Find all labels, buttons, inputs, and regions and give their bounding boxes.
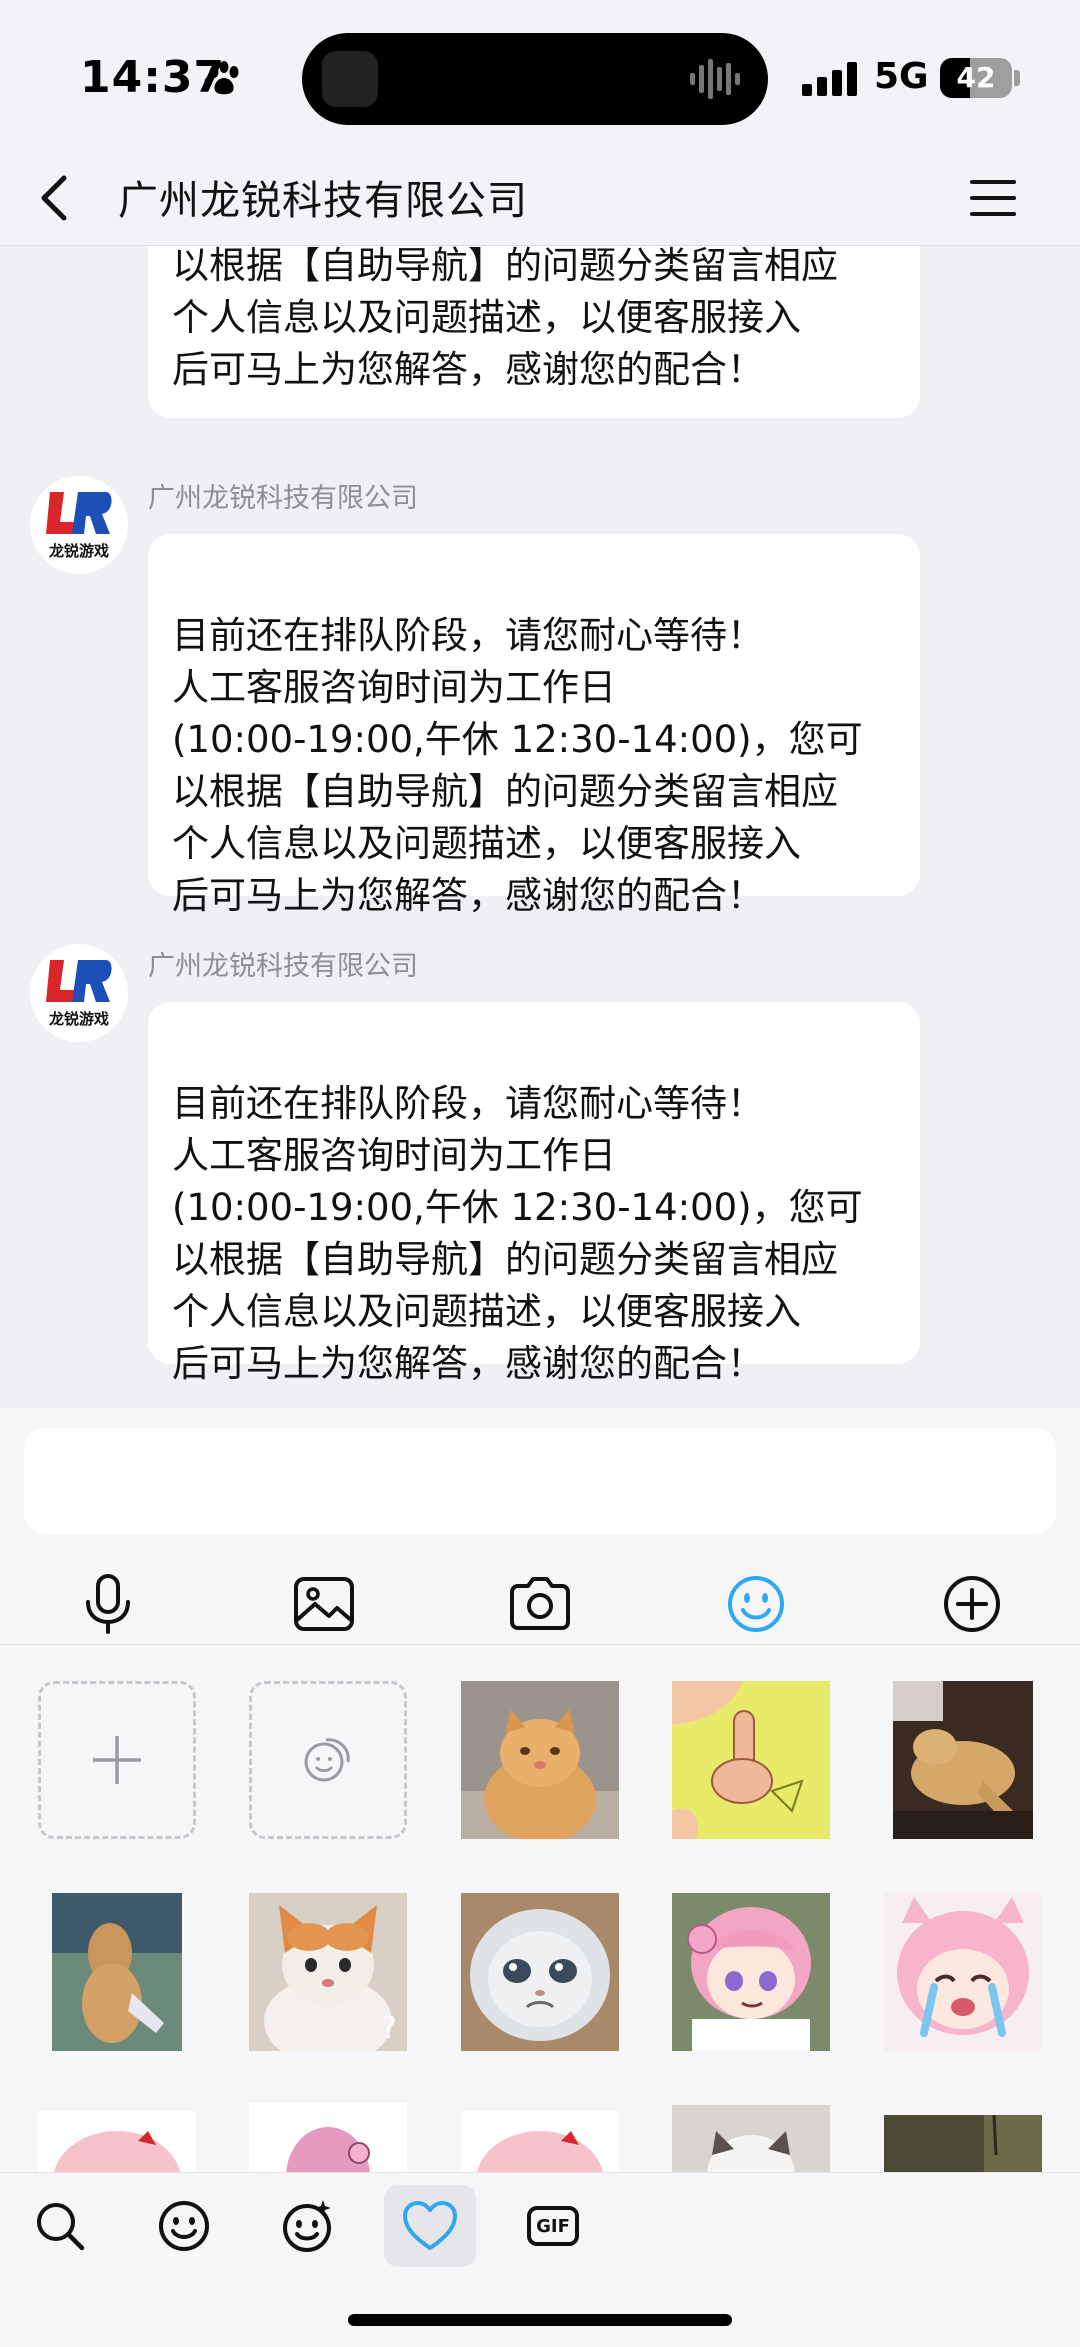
tab-sticker-faces[interactable] bbox=[261, 2185, 353, 2267]
home-indicator[interactable] bbox=[348, 2314, 732, 2326]
sticker-face-icon bbox=[304, 1738, 350, 1782]
sender-name: 广州龙锐科技有限公司 bbox=[148, 951, 418, 982]
avatar-label: 龙锐游戏 bbox=[48, 542, 109, 560]
anime-girl-small-image bbox=[249, 2103, 407, 2172]
sticker-cat-question[interactable]: ? bbox=[249, 1893, 407, 2051]
back-button[interactable] bbox=[26, 164, 90, 232]
dog-standing-image bbox=[52, 1893, 182, 2051]
favorites-heart-icon bbox=[403, 2201, 457, 2250]
sender-name: 广州龙锐科技有限公司 bbox=[148, 483, 418, 514]
sticker-anime-girl-small[interactable] bbox=[249, 2103, 407, 2172]
more-button[interactable] bbox=[936, 1568, 1008, 1640]
sticker-orange-cat[interactable] bbox=[461, 1681, 619, 1839]
live-activity-thumbnail bbox=[322, 51, 378, 107]
chat-message-list[interactable]: 以根据【自助导航】的问题分类留言相应 个人信息以及问题描述，以便客服接入 后可马… bbox=[0, 246, 1080, 1408]
sticker-sleeping-dog[interactable] bbox=[893, 1681, 1051, 1839]
gif-label: GIF bbox=[536, 2215, 570, 2237]
battery-percent: 42 bbox=[956, 61, 996, 94]
sticker-white-cat[interactable] bbox=[672, 2105, 830, 2172]
tab-favorites[interactable] bbox=[384, 2185, 476, 2267]
avatar[interactable]: 龙锐游戏 bbox=[30, 476, 128, 574]
company-logo-icon: 龙锐游戏 bbox=[30, 476, 128, 574]
message-bubble[interactable]: 目前还在排队阶段，请您耐心等待！ 人工客服咨询时间为工作日 (10:00-19:… bbox=[148, 534, 920, 917]
message-text: 目前还在排队阶段，请您耐心等待！ 人工客服咨询时间为工作日 (10:00-19:… bbox=[172, 1082, 863, 1385]
crying-cat-image bbox=[461, 1893, 619, 2051]
chevron-left-icon bbox=[41, 175, 67, 221]
emoji-icon bbox=[728, 1576, 784, 1632]
dynamic-island[interactable] bbox=[302, 33, 768, 125]
network-type: 5G bbox=[874, 56, 929, 97]
smiley-icon bbox=[159, 2201, 209, 2251]
sticker-manage-button[interactable] bbox=[249, 1681, 407, 1839]
sparkle-face-icon bbox=[283, 2200, 331, 2252]
company-logo-icon: 龙锐游戏 bbox=[30, 944, 128, 1042]
sticker-middle-finger-cartoon[interactable] bbox=[672, 1681, 830, 1839]
plus-circle-icon bbox=[944, 1576, 1000, 1632]
sticker-pink-creature-2[interactable] bbox=[461, 2111, 619, 2172]
gif-icon: GIF bbox=[527, 2206, 579, 2246]
battery-cap bbox=[1014, 70, 1020, 86]
status-bar: 14:37 5G 42 bbox=[0, 0, 1080, 150]
message-input[interactable] bbox=[24, 1428, 1056, 1534]
microphone-icon bbox=[86, 1574, 130, 1634]
sticker-panel[interactable]: ? bbox=[0, 1645, 1080, 2172]
add-sticker-button[interactable] bbox=[38, 1681, 196, 1839]
photo-button[interactable] bbox=[288, 1568, 360, 1640]
orange-cat-image bbox=[461, 1681, 619, 1839]
hamburger-menu-icon bbox=[970, 180, 1016, 216]
paw-icon bbox=[204, 61, 239, 95]
pink-creature-image bbox=[38, 2111, 196, 2172]
search-icon bbox=[37, 2203, 85, 2251]
emoji-button[interactable] bbox=[720, 1568, 792, 1640]
white-cat-image bbox=[672, 2105, 830, 2172]
battery-indicator: 42 bbox=[940, 58, 1012, 98]
anime-girl-pink-hair-image bbox=[672, 1893, 830, 2051]
tab-emoji[interactable] bbox=[138, 2185, 230, 2267]
sticker-dog-standing[interactable] bbox=[52, 1893, 182, 2051]
sticker-pink-creature[interactable] bbox=[38, 2111, 196, 2172]
tab-gif[interactable]: GIF bbox=[507, 2185, 599, 2267]
question-mark-text: ? bbox=[381, 2011, 397, 2046]
message-text: 以根据【自助导航】的问题分类留言相应 个人信息以及问题描述，以便客服接入 后可马… bbox=[172, 246, 838, 391]
message-bubble[interactable]: 目前还在排队阶段，请您耐心等待！ 人工客服咨询时间为工作日 (10:00-19:… bbox=[148, 1002, 920, 1385]
tab-search[interactable] bbox=[14, 2185, 106, 2267]
sticker-anime-girl-pink-hair[interactable] bbox=[672, 1893, 830, 2051]
avatar[interactable]: 龙锐游戏 bbox=[30, 944, 128, 1042]
image-icon bbox=[294, 1577, 354, 1631]
camera-button[interactable] bbox=[504, 1568, 576, 1640]
message-bubble[interactable]: 以根据【自助导航】的问题分类留言相应 个人信息以及问题描述，以便客服接入 后可马… bbox=[148, 246, 920, 418]
anime-girl-crying-image bbox=[884, 1893, 1042, 2051]
plus-icon bbox=[93, 1736, 141, 1784]
middle-finger-cartoon-image bbox=[672, 1681, 830, 1839]
camera-icon bbox=[510, 1577, 570, 1630]
message-text: 目前还在排队阶段，请您耐心等待！ 人工客服咨询时间为工作日 (10:00-19:… bbox=[172, 614, 863, 917]
avatar-label: 龙锐游戏 bbox=[48, 1010, 109, 1028]
pink-creature-image bbox=[461, 2111, 619, 2172]
sticker-anime-girl-crying[interactable] bbox=[884, 1893, 1042, 2051]
sticker-dark-scene[interactable] bbox=[884, 2115, 1042, 2172]
nav-bar: 广州龙锐科技有限公司 bbox=[0, 150, 1080, 246]
dark-scene-image bbox=[884, 2115, 1042, 2172]
sleeping-dog-image bbox=[893, 1681, 1033, 1839]
cellular-signal-icon bbox=[802, 62, 857, 96]
voice-button[interactable] bbox=[72, 1568, 144, 1640]
audio-wave-icon bbox=[690, 59, 740, 99]
menu-button[interactable] bbox=[966, 170, 1022, 226]
sticker-crying-cat[interactable] bbox=[461, 1893, 619, 2051]
page-title: 广州龙锐科技有限公司 bbox=[118, 178, 528, 224]
